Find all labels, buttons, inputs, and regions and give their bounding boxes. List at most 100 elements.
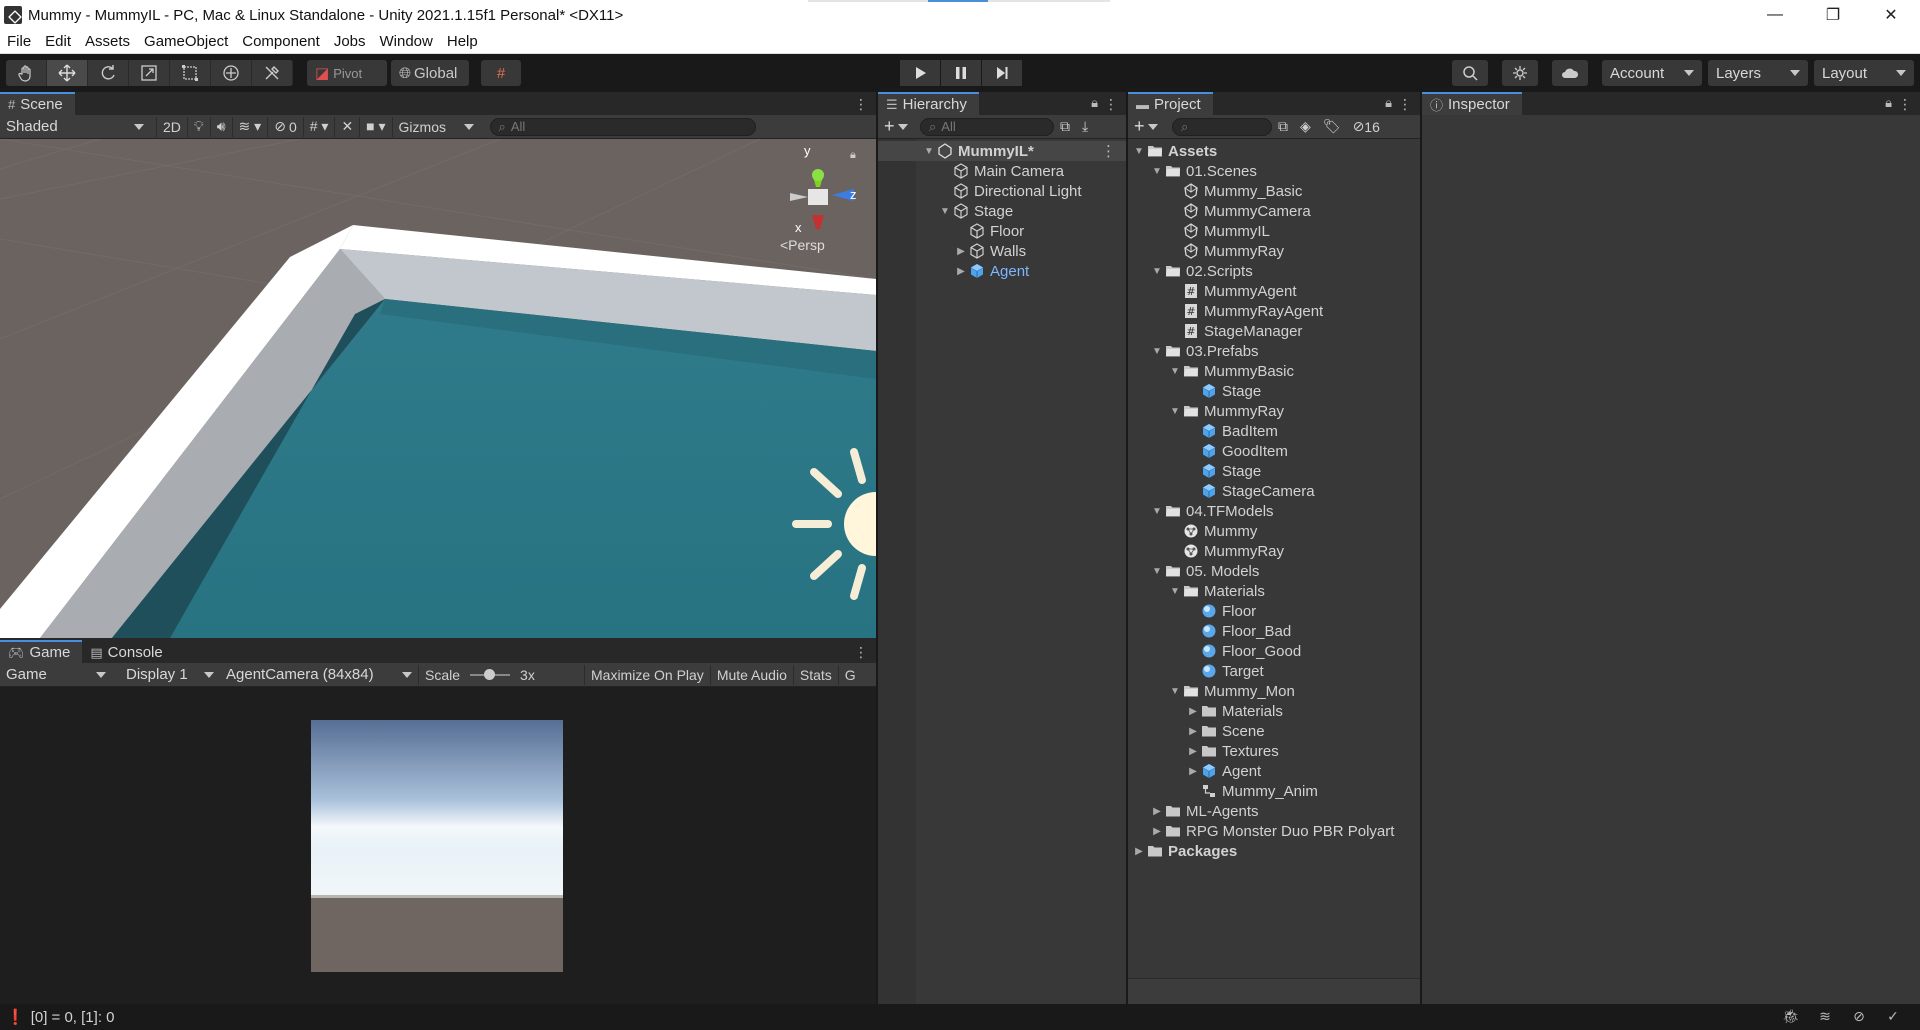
project-item[interactable]: ▶ Textures	[1128, 741, 1420, 761]
pause-button[interactable]	[941, 60, 981, 86]
gizmos-toggle[interactable]: G	[837, 664, 862, 685]
mute-audio-toggle[interactable]: Mute Audio	[709, 664, 793, 685]
expand-arrow-icon[interactable]: ▼	[922, 146, 936, 157]
hierarchy-scene-row[interactable]: ▼ MummyIL* ⋮	[878, 141, 1126, 161]
display-dropdown[interactable]: Display 1	[120, 665, 220, 685]
hierarchy-item[interactable]: ▼ Stage	[878, 201, 1126, 221]
project-item[interactable]: MummyRay	[1128, 241, 1420, 261]
expand-arrow-icon[interactable]: ▶	[1186, 706, 1200, 717]
resolution-dropdown[interactable]: AgentCamera (84x84)	[220, 665, 418, 685]
grid-toggle-icon[interactable]: # ▾	[302, 116, 335, 137]
expand-arrow-icon[interactable]: ▶	[1186, 746, 1200, 757]
kebab-menu-icon[interactable]: ⋮	[1101, 142, 1116, 160]
cloud-button[interactable]	[1552, 60, 1588, 86]
expand-arrow-icon[interactable]: ▼	[1150, 166, 1164, 177]
project-search-input[interactable]: ⌕	[1172, 117, 1272, 136]
pivot-toggle[interactable]: ◪ Pivot	[307, 60, 387, 86]
expand-arrow-icon[interactable]: ▶	[1186, 766, 1200, 777]
expand-arrow-icon[interactable]: ▼	[1168, 686, 1182, 697]
menu-edit[interactable]: Edit	[38, 33, 78, 50]
project-item[interactable]: ▶ ML-Agents	[1128, 801, 1420, 821]
create-asset-dropdown[interactable]: +	[1128, 116, 1164, 137]
lock-icon[interactable]: 🔒︎	[1091, 95, 1098, 111]
hidden-objects-toggle[interactable]: ⊘ 0	[267, 116, 303, 137]
project-item[interactable]: MummyIL	[1128, 221, 1420, 241]
auto-generate-lighting-icon[interactable]: ⊘	[1842, 1008, 1876, 1025]
lighting-toggle-icon[interactable]: 💡︎	[186, 116, 210, 137]
hidden-packages-toggle[interactable]: ⊘ 16	[1347, 117, 1386, 137]
expand-arrow-icon[interactable]: ▼	[1150, 566, 1164, 577]
kebab-menu-icon[interactable]: ⋮	[1898, 96, 1912, 113]
expand-arrow-icon[interactable]: ▼	[1168, 406, 1182, 417]
menu-component[interactable]: Component	[235, 33, 327, 50]
project-item[interactable]: ▼ 03.Prefabs	[1128, 341, 1420, 361]
project-item[interactable]: Stage	[1128, 461, 1420, 481]
status-message[interactable]: [0] = 0, [1]: 0	[31, 1009, 115, 1026]
project-item[interactable]: MummyRay	[1128, 541, 1420, 561]
layers-stack-icon[interactable]: ≋	[1808, 1008, 1842, 1025]
expand-arrow-icon[interactable]: ▼	[1150, 346, 1164, 357]
camera-settings-icon[interactable]: ■ ▾	[359, 116, 391, 137]
game-viewport[interactable]	[0, 687, 876, 1004]
create-dropdown[interactable]: +	[878, 116, 914, 137]
stats-toggle[interactable]: Stats	[792, 664, 838, 685]
tab-scene[interactable]: # Scene	[0, 92, 75, 115]
project-item[interactable]: Target	[1128, 661, 1420, 681]
project-item[interactable]: Floor	[1128, 601, 1420, 621]
checkmark-icon[interactable]: ✓	[1876, 1008, 1910, 1025]
lock-icon[interactable]: 🔒︎	[1385, 95, 1392, 111]
menu-gameobject[interactable]: GameObject	[137, 33, 235, 50]
expand-arrow-icon[interactable]: ▶	[1150, 826, 1164, 837]
expand-arrow-icon[interactable]: ▶	[1132, 846, 1146, 857]
scale-slider[interactable]: Scale 3x	[418, 664, 572, 685]
project-item[interactable]: ▼ Mummy_Mon	[1128, 681, 1420, 701]
project-item[interactable]: Floor_Bad	[1128, 621, 1420, 641]
project-item[interactable]: ▶ Agent	[1128, 761, 1420, 781]
project-item[interactable]: MummyCamera	[1128, 201, 1420, 221]
hierarchy-item[interactable]: Directional Light	[878, 181, 1126, 201]
maximize-on-play-toggle[interactable]: Maximize On Play	[584, 664, 710, 685]
project-item[interactable]: ▼ MummyBasic	[1128, 361, 1420, 381]
project-item[interactable]: ▼ 05. Models	[1128, 561, 1420, 581]
search-mode-icon[interactable]: ⧉	[1054, 117, 1076, 137]
collab-button[interactable]	[1502, 60, 1538, 86]
expand-arrow-icon[interactable]: ▼	[1168, 586, 1182, 597]
grid-snap-button[interactable]: #	[481, 60, 521, 86]
kebab-menu-icon[interactable]: ⋮	[854, 96, 868, 113]
rotate-tool-icon[interactable]	[88, 60, 129, 86]
restore-button[interactable]: ❐	[1804, 0, 1862, 30]
expand-arrow-icon[interactable]: ▼	[1168, 366, 1182, 377]
expand-arrow-icon[interactable]: ▶	[1186, 726, 1200, 737]
project-item[interactable]: Stage	[1128, 381, 1420, 401]
filter-type-icon[interactable]: ◈	[1294, 117, 1317, 137]
project-item[interactable]: ▼ 02.Scripts	[1128, 261, 1420, 281]
expand-arrow-icon[interactable]: ▼	[1150, 266, 1164, 277]
minimize-button[interactable]: —	[1746, 0, 1804, 30]
menu-assets[interactable]: Assets	[78, 33, 137, 50]
tab-hierarchy[interactable]: ☰ Hierarchy	[878, 92, 979, 115]
expand-arrow-icon[interactable]: ▶	[954, 246, 968, 257]
project-item[interactable]: Floor_Good	[1128, 641, 1420, 661]
tab-project[interactable]: ▬ Project	[1128, 92, 1213, 115]
project-item[interactable]: GoodItem	[1128, 441, 1420, 461]
search-button[interactable]	[1452, 60, 1488, 86]
project-item[interactable]: ▶ Scene	[1128, 721, 1420, 741]
game-view-dropdown[interactable]: Game	[0, 665, 112, 685]
move-tool-icon[interactable]	[47, 60, 88, 86]
hierarchy-item[interactable]: ▶ Agent	[878, 261, 1126, 281]
kebab-menu-icon[interactable]: ⋮	[1398, 96, 1412, 113]
account-dropdown[interactable]: Account	[1602, 60, 1702, 86]
layers-dropdown[interactable]: Layers	[1708, 60, 1808, 86]
sort-icon[interactable]: ⤓	[1076, 117, 1094, 137]
menu-file[interactable]: File	[0, 33, 38, 50]
scene-viewport[interactable]: y z x <Persp 🔒︎	[0, 139, 876, 638]
scale-slider-thumb[interactable]	[484, 668, 496, 680]
hierarchy-item[interactable]: Floor	[878, 221, 1126, 241]
lock-icon[interactable]: 🔒︎	[850, 149, 856, 162]
menu-window[interactable]: Window	[373, 33, 440, 50]
kebab-menu-icon[interactable]: ⋮	[1104, 96, 1118, 113]
project-item[interactable]: BadItem	[1128, 421, 1420, 441]
custom-tool-icon[interactable]	[252, 60, 293, 86]
persp-label[interactable]: <Persp	[780, 237, 825, 253]
lock-icon[interactable]: 🔒︎	[1885, 95, 1892, 111]
